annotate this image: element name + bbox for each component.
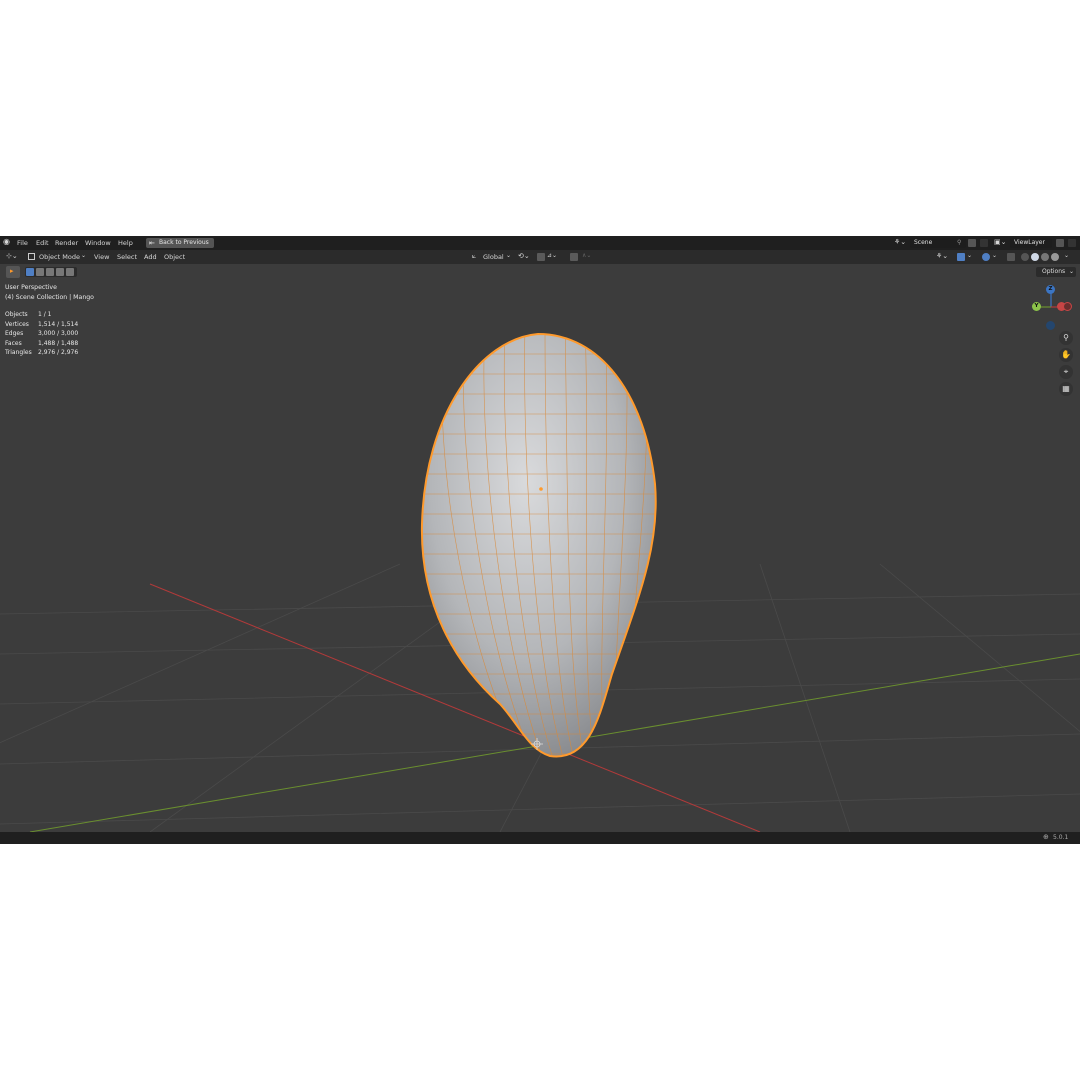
stat-row: Faces 1,488 / 1,488 <box>5 339 79 347</box>
blender-window: ◉ File Edit Render Window Help ⇤ Back to… <box>0 236 1080 844</box>
mode-selector[interactable]: Object Mode ⌄ <box>27 252 87 262</box>
select-new-icon[interactable] <box>26 268 34 276</box>
overlays-icon[interactable] <box>982 253 990 261</box>
chevron-down-icon: ⌄ <box>506 252 512 259</box>
view-layer-icon[interactable]: ▣⌄ <box>994 238 1006 246</box>
gizmo-neg-x-axis[interactable] <box>1063 302 1072 311</box>
select-mode-group <box>25 267 77 277</box>
camera-icon[interactable]: ⌖ <box>1059 365 1073 379</box>
transform-orientation-icon: ⟀ <box>472 252 477 260</box>
menu-window[interactable]: Window <box>85 239 111 247</box>
zoom-icon[interactable]: ⚲ <box>1059 331 1073 345</box>
object-origin <box>539 487 543 491</box>
chevron-down-icon: ⌄ <box>81 252 87 259</box>
grid-perspective-icon[interactable]: ▦ <box>1059 382 1073 396</box>
navigation-gizmo[interactable]: Z Y <box>1030 284 1078 332</box>
chevron-down-icon: ⌄ <box>1069 268 1075 275</box>
menu-view[interactable]: View <box>94 253 109 261</box>
status-bar: ⊕ 5.0.1 <box>0 832 1080 844</box>
proportional-editing-icon[interactable] <box>570 253 578 261</box>
menu-file[interactable]: File <box>17 239 28 247</box>
transform-orientation-select[interactable]: Global <box>483 253 504 261</box>
blender-logo-icon[interactable]: ◉ <box>3 238 10 246</box>
scene-icon[interactable]: ⚘⌄ <box>894 238 906 246</box>
version-label: 5.0.1 <box>1053 834 1069 841</box>
collection-label: (4) Scene Collection | Mango <box>5 294 94 301</box>
mango-mesh <box>420 332 657 758</box>
snap-icon[interactable] <box>537 253 545 261</box>
menu-add[interactable]: Add <box>144 253 157 261</box>
pivot-point-icon[interactable]: ⟲⌄ <box>518 252 530 260</box>
falloff-icon[interactable]: ∧⌄ <box>582 252 591 260</box>
select-extend-icon[interactable] <box>36 268 44 276</box>
scene-field[interactable]: Scene ⚲ <box>910 238 966 248</box>
back-to-previous-button[interactable]: ⇤ Back to Previous <box>146 238 214 248</box>
new-view-layer-icon[interactable] <box>1056 239 1064 247</box>
stat-row: Triangles 2,976 / 2,976 <box>5 349 79 356</box>
cursor-tool-icon: ▸ <box>10 267 14 275</box>
select-intersect-icon[interactable] <box>66 268 74 276</box>
globe-icon: ⊕ <box>1043 833 1049 841</box>
select-subtract-icon[interactable] <box>46 268 54 276</box>
gizmo-y-axis[interactable]: Y <box>1032 302 1041 311</box>
select-invert-icon[interactable] <box>56 268 64 276</box>
back-arrow-icon: ⇤ <box>149 239 155 247</box>
viewport-header: ⊹⌄ Object Mode ⌄ View Select Add Object … <box>0 250 1080 264</box>
menu-object[interactable]: Object <box>164 253 185 261</box>
options-dropdown[interactable]: Options ⌄ <box>1036 267 1076 277</box>
3d-viewport[interactable]: ▸ User Perspective (4) Scene Collection … <box>0 264 1080 832</box>
menu-edit[interactable]: Edit <box>36 239 49 247</box>
snap-target-icon[interactable]: ⊿⌄ <box>547 252 557 260</box>
view-layer-field[interactable]: ViewLayer <box>1010 238 1052 248</box>
editor-type-icon[interactable]: ⊹⌄ <box>6 252 18 260</box>
xray-icon[interactable] <box>1007 253 1015 261</box>
chevron-down-icon[interactable]: ⌄ <box>992 252 997 260</box>
stat-row: Edges 3,000 / 3,000 <box>5 330 79 337</box>
remove-view-layer-icon[interactable] <box>1068 239 1076 247</box>
wireframe-shading-icon[interactable] <box>1021 253 1029 261</box>
chevron-down-icon[interactable]: ⌄ <box>967 252 972 260</box>
top-menu-bar: ◉ File Edit Render Window Help ⇤ Back to… <box>0 236 1080 250</box>
pin-icon[interactable]: ⚲ <box>957 238 961 247</box>
stat-row: Objects 1 / 1 <box>5 311 52 318</box>
stat-row: Vertices 1,514 / 1,514 <box>5 320 79 328</box>
rendered-shading-icon[interactable] <box>1051 253 1059 261</box>
visibility-icon[interactable]: ⚘⌄ <box>936 252 948 260</box>
gizmo-z-axis[interactable]: Z <box>1046 285 1055 294</box>
chevron-down-icon[interactable]: ⌄ <box>1064 252 1069 260</box>
gizmo-toggle-icon[interactable] <box>957 253 965 261</box>
object-mode-icon <box>28 253 35 260</box>
gizmo-neg-z-axis[interactable] <box>1046 321 1055 330</box>
new-scene-icon[interactable] <box>968 239 976 247</box>
solid-shading-icon[interactable] <box>1031 253 1039 261</box>
remove-scene-icon[interactable] <box>980 239 988 247</box>
menu-help[interactable]: Help <box>118 239 133 247</box>
hand-pan-icon[interactable]: ✋ <box>1059 348 1073 362</box>
viewport-scene <box>0 332 1080 832</box>
material-shading-icon[interactable] <box>1041 253 1049 261</box>
perspective-label: User Perspective <box>5 284 57 291</box>
menu-render[interactable]: Render <box>55 239 78 247</box>
menu-select[interactable]: Select <box>117 253 137 261</box>
tool-toggle-button[interactable]: ▸ <box>6 266 20 278</box>
